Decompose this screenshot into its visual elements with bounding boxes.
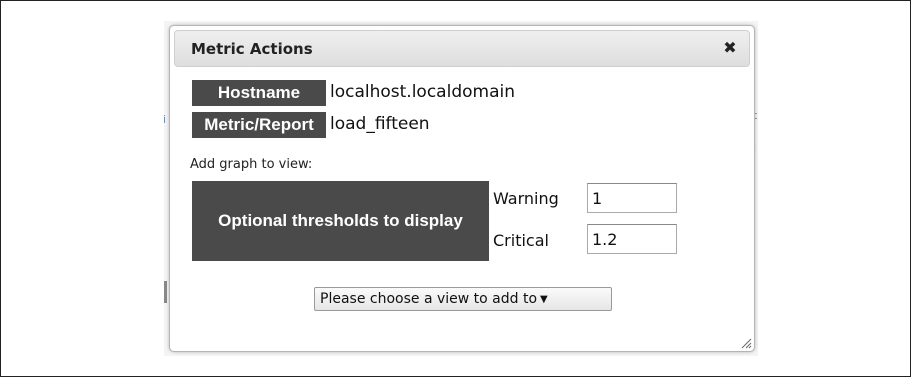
critical-input[interactable]	[587, 224, 677, 254]
page: i t i Metric Actions ✖ Hostname localhos…	[0, 0, 911, 377]
dialog-title: Metric Actions	[191, 40, 313, 58]
background-edge	[164, 281, 167, 303]
view-select-value: Please choose a view to add to	[320, 291, 538, 307]
close-icon[interactable]: ✖	[721, 38, 739, 58]
chevron-down-icon: ▼	[540, 294, 548, 305]
warning-label: Warning	[493, 189, 559, 208]
hostname-label: Hostname	[192, 80, 326, 106]
metric-value: load_fifteen	[330, 114, 430, 134]
metric-label: Metric/Report	[192, 112, 326, 138]
thresholds-label: Optional thresholds to display	[192, 181, 489, 261]
view-select[interactable]: Please choose a view to add to ▼	[314, 287, 612, 311]
warning-input[interactable]	[587, 183, 677, 213]
critical-label: Critical	[493, 231, 549, 250]
add-graph-label: Add graph to view:	[190, 157, 313, 172]
hostname-value: localhost.localdomain	[330, 82, 515, 102]
metric-actions-dialog: Metric Actions ✖ Hostname localhost.loca…	[169, 25, 755, 352]
background-glyph: i	[163, 113, 167, 126]
dialog-titlebar[interactable]: Metric Actions ✖	[174, 30, 750, 67]
resize-grip-icon[interactable]	[740, 337, 752, 349]
